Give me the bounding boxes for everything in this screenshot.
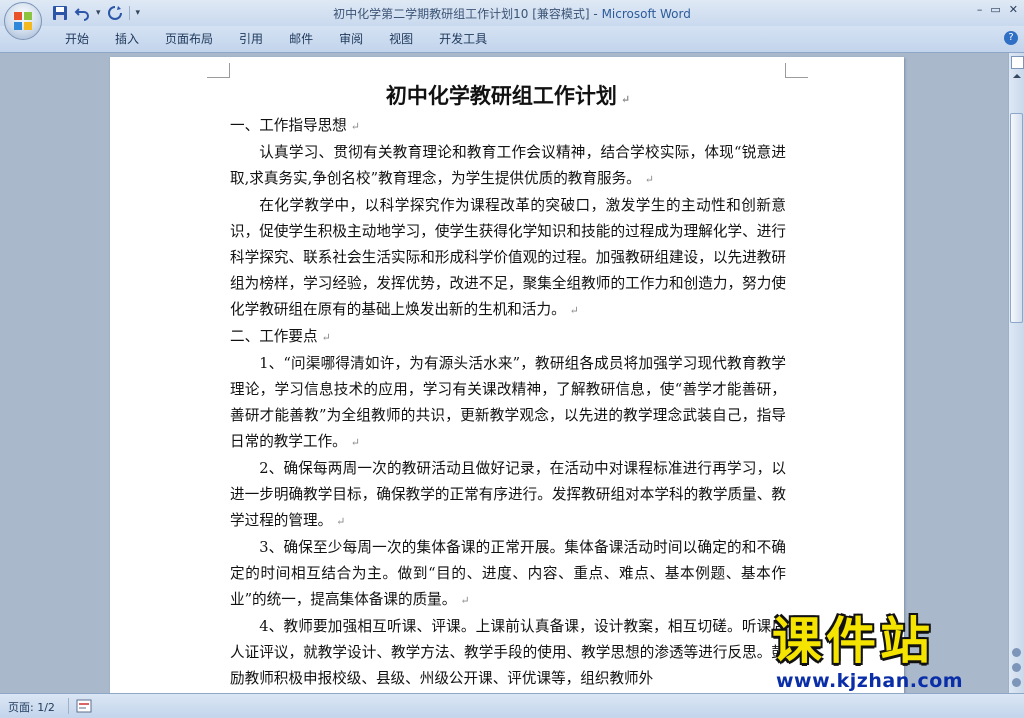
document-body[interactable]: 初中化学教研组工作计划 ↵ 一、工作指导思想 ↵ 认真学习、贯彻有关教育理论和教育工…: [230, 79, 786, 692]
view-ruler-icon[interactable]: [1011, 56, 1024, 69]
tab-developer[interactable]: 开发工具: [426, 26, 500, 52]
margin-corner-mark: [785, 63, 808, 78]
paragraph-mark: ↵: [569, 304, 579, 317]
section-heading: 二、工作要点 ↵: [230, 328, 331, 345]
proofing-icon[interactable]: [76, 698, 92, 714]
paragraph: 3、确保至少每周一次的集体备课的正常开展。集体备课活动时间以确定的和不确定的时间…: [230, 539, 786, 608]
paragraph: 认真学习、贯彻有关教育理论和教育工作会议精神，结合学校实际，体现“锐意进取,求真…: [230, 144, 786, 187]
paragraph: 1、“问渠哪得清如许，为有源头活水来”，教研组各成员将加强学习现代教育教学理论，…: [230, 355, 786, 450]
status-separator: [68, 698, 69, 714]
previous-page-icon[interactable]: [1012, 648, 1021, 657]
tab-insert[interactable]: 插入: [102, 26, 152, 52]
document-page[interactable]: 初中化学教研组工作计划 ↵ 一、工作指导思想 ↵ 认真学习、贯彻有关教育理论和教育工…: [110, 57, 904, 693]
title-bar: ▾ ▾ 初中化学第二学期教研组工作计划10 [兼容模式] - Microsoft…: [0, 0, 1024, 26]
title-separator: -: [589, 7, 602, 21]
page-indicator[interactable]: 页面: 1/2: [8, 699, 55, 715]
tab-page-layout[interactable]: 页面布局: [152, 26, 226, 52]
margin-corner-mark: [207, 63, 230, 78]
scroll-up-icon[interactable]: [1012, 71, 1022, 81]
tab-home[interactable]: 开始: [52, 26, 102, 52]
document-title: 初中化学教研组工作计划 ↵: [385, 83, 631, 108]
ribbon: 开始 插入 页面布局 引用 邮件 审阅 视图 开发工具 ?: [0, 26, 1024, 53]
app-name: Microsoft Word: [601, 7, 691, 21]
office-button[interactable]: [4, 2, 42, 40]
browse-object-icon[interactable]: [1012, 663, 1021, 672]
paragraph: 2、确保每两周一次的教研活动且做好记录，在活动中对课程标准进行再学习，以进一步明…: [230, 460, 786, 529]
window-title: 初中化学第二学期教研组工作计划10 [兼容模式] - Microsoft Wor…: [0, 5, 1024, 22]
paragraph-mark: ↵: [350, 120, 360, 133]
paragraph-mark: ↵: [460, 594, 470, 607]
section-heading: 一、工作指导思想 ↵: [230, 117, 360, 134]
scrollbar-thumb[interactable]: [1010, 113, 1023, 323]
tab-review[interactable]: 审阅: [326, 26, 376, 52]
next-page-icon[interactable]: [1012, 678, 1021, 687]
paragraph-mark: ↵: [350, 436, 360, 449]
paragraph: 在化学教学中，以科学探究作为课程改革的突破口，激发学生的主动性和创新意识，促使学…: [230, 197, 786, 318]
restore-icon[interactable]: ▭: [990, 3, 1000, 16]
close-icon[interactable]: ✕: [1009, 3, 1018, 16]
paragraph-mark: ↵: [336, 515, 346, 528]
window-controls: – ▭ ✕: [977, 3, 1018, 16]
ribbon-tabs: 开始 插入 页面布局 引用 邮件 审阅 视图 开发工具: [52, 26, 500, 52]
tab-view[interactable]: 视图: [376, 26, 426, 52]
document-workspace[interactable]: 初中化学教研组工作计划 ↵ 一、工作指导思想 ↵ 认真学习、贯彻有关教育理论和教育工…: [0, 53, 1008, 693]
watermark-text: 课件站: [772, 612, 934, 670]
watermark-url: www.kjzhan.com: [776, 670, 964, 692]
minimize-icon[interactable]: –: [977, 3, 983, 16]
status-bar: 页面: 1/2: [0, 693, 1024, 718]
vertical-scrollbar[interactable]: [1008, 53, 1024, 693]
paragraph-mark: ↵: [321, 331, 331, 344]
paragraph-mark: ↵: [620, 93, 631, 106]
help-icon[interactable]: ?: [1004, 31, 1018, 45]
paragraph: 4、教师要加强相互听课、评课。上课前认真备课，设计教案，相互切磋。听课后人证评议…: [230, 618, 786, 687]
document-name: 初中化学第二学期教研组工作计划10 [兼容模式]: [333, 7, 590, 21]
tab-references[interactable]: 引用: [226, 26, 276, 52]
paragraph-mark: ↵: [644, 173, 654, 186]
watermark: 课件站 www.kjzhan.com: [772, 612, 1004, 692]
office-logo-icon: [14, 12, 32, 30]
tab-mailings[interactable]: 邮件: [276, 26, 326, 52]
